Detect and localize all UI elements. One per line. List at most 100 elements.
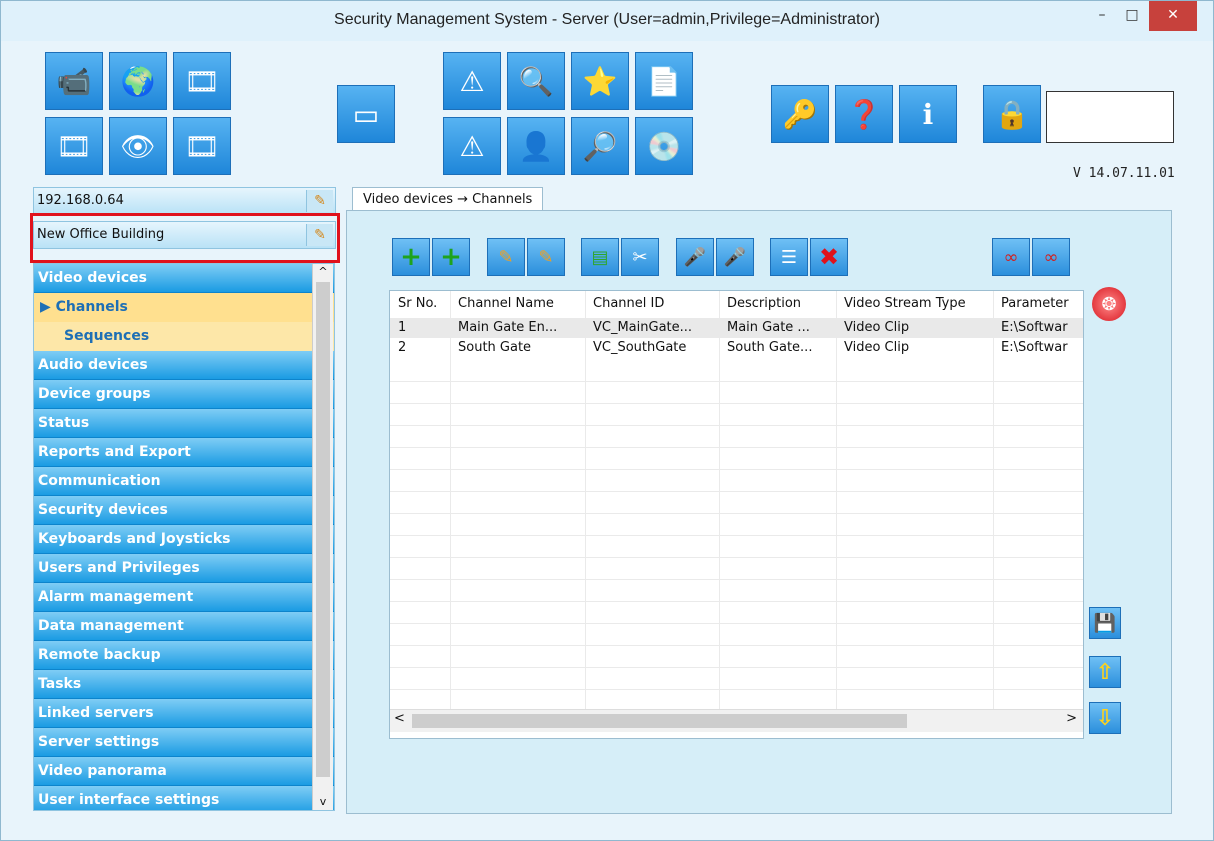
add-multiple-channels-button[interactable]: + bbox=[432, 238, 470, 276]
column-header-channel-name[interactable]: Channel Name bbox=[454, 293, 585, 315]
film-star-button[interactable]: ⭐ bbox=[571, 52, 629, 110]
scroll-right-arrow[interactable]: > bbox=[1066, 711, 1077, 726]
cell-channel-id: VC_MainGate... bbox=[593, 320, 693, 335]
edit-server-button[interactable]: ✎ bbox=[306, 190, 333, 212]
row-divider bbox=[390, 557, 1083, 558]
nav-item-audio-devices[interactable]: Audio devices bbox=[34, 351, 334, 380]
lock-icon: 🔒 bbox=[994, 97, 1030, 131]
horizontal-scroll-thumb[interactable] bbox=[412, 714, 907, 728]
row-divider bbox=[390, 623, 1083, 624]
nav-item-video-panorama[interactable]: Video panorama bbox=[34, 757, 334, 786]
tools-button[interactable]: ✂ bbox=[621, 238, 659, 276]
cell-sr-no: 2 bbox=[398, 340, 407, 355]
scroll-left-arrow[interactable]: < bbox=[394, 711, 405, 726]
scroll-up-arrow[interactable]: ^ bbox=[313, 264, 333, 280]
film-export-button[interactable]: 🎞 bbox=[173, 117, 231, 175]
tab-video-devices-channels[interactable]: Video devices → Channels bbox=[352, 187, 544, 212]
warning-icon: ⚠ bbox=[459, 64, 485, 98]
nav-item-security-devices[interactable]: Security devices bbox=[34, 496, 334, 525]
table-row[interactable]: 1 Main Gate En... VC_MainGate... Main Ga… bbox=[390, 318, 1083, 338]
nav-item-remote-backup[interactable]: Remote backup bbox=[34, 641, 334, 670]
microphone-button[interactable]: 🎤 bbox=[676, 238, 714, 276]
disc-export-button[interactable]: 💿 bbox=[635, 117, 693, 175]
maximize-button[interactable]: □ bbox=[1119, 1, 1145, 31]
column-header-parameter[interactable]: Parameter bbox=[997, 293, 1083, 315]
scroll-down-arrow[interactable]: v bbox=[313, 794, 333, 810]
nav-item-user-interface-settings[interactable]: User interface settings bbox=[34, 786, 334, 810]
move-down-button[interactable]: ⇩ bbox=[1089, 702, 1121, 734]
nav-subitem-sequences[interactable]: Sequences bbox=[34, 322, 334, 351]
record-button[interactable]: ❂ bbox=[1092, 287, 1126, 321]
nav-item-reports-export[interactable]: Reports and Export bbox=[34, 438, 334, 467]
edit-multiple-channels-button[interactable]: ✎ bbox=[527, 238, 565, 276]
nav-item-status[interactable]: Status bbox=[34, 409, 334, 438]
nav-item-users-privileges[interactable]: Users and Privileges bbox=[34, 554, 334, 583]
search-button[interactable]: 🔍 bbox=[507, 52, 565, 110]
column-header-video-stream-type[interactable]: Video Stream Type bbox=[840, 293, 993, 315]
server-address-field[interactable]: 192.168.0.64 ✎ bbox=[33, 187, 336, 215]
user-button[interactable]: 👤 bbox=[507, 117, 565, 175]
list-icon: ☰ bbox=[780, 246, 798, 268]
key-button[interactable]: 🔑 bbox=[771, 85, 829, 143]
edit-channel-button[interactable]: ✎ bbox=[487, 238, 525, 276]
microphone-off-button[interactable]: 🎤 bbox=[716, 238, 754, 276]
nav-subitem-channels[interactable]: ▶ Channels bbox=[34, 293, 334, 322]
navigation-menu: Video devices ▶ Channels Sequences Audio… bbox=[33, 263, 335, 811]
eye-view-icon: 👁 bbox=[120, 129, 156, 163]
link-remove-button[interactable]: ∞ bbox=[1032, 238, 1070, 276]
film-refresh-button[interactable]: 🎞 bbox=[173, 52, 231, 110]
alarm-warning-icon: ⚠ bbox=[459, 129, 485, 163]
nav-item-data-management[interactable]: Data management bbox=[34, 612, 334, 641]
nav-item-linked-servers[interactable]: Linked servers bbox=[34, 699, 334, 728]
column-header-channel-id[interactable]: Channel ID bbox=[589, 293, 719, 315]
scroll-thumb[interactable] bbox=[316, 282, 330, 777]
lock-status-box bbox=[1046, 91, 1174, 143]
globe-button[interactable]: 🌍 bbox=[109, 52, 167, 110]
move-up-button[interactable]: ⇧ bbox=[1089, 656, 1121, 688]
microphone-icon: 🎤 bbox=[683, 246, 707, 268]
column-header-sr-no[interactable]: Sr No. bbox=[394, 293, 450, 315]
cell-parameter: E:\Softwar bbox=[1001, 340, 1068, 355]
report-button[interactable]: 📄 bbox=[635, 52, 693, 110]
info-button[interactable]: ℹ bbox=[899, 85, 957, 143]
windows-button[interactable]: ▭ bbox=[337, 85, 395, 143]
film-export-icon: 🎞 bbox=[184, 129, 220, 163]
alarm-warning-button[interactable]: ⚠ bbox=[443, 117, 501, 175]
row-divider bbox=[390, 535, 1083, 536]
film-search-button[interactable]: 🔎 bbox=[571, 117, 629, 175]
close-button[interactable]: ✕ bbox=[1149, 1, 1197, 31]
row-divider bbox=[390, 667, 1083, 668]
camera-icon: 📹 bbox=[56, 64, 92, 98]
link-add-button[interactable]: ∞ bbox=[992, 238, 1030, 276]
table-horizontal-scrollbar[interactable]: < > bbox=[390, 709, 1083, 732]
database-button[interactable]: ▤ bbox=[581, 238, 619, 276]
title-bar: Security Management System - Server (Use… bbox=[1, 1, 1213, 41]
add-channel-button[interactable]: + bbox=[392, 238, 430, 276]
film-reel-button[interactable]: 🎞 bbox=[45, 117, 103, 175]
nav-item-keyboards-joysticks[interactable]: Keyboards and Joysticks bbox=[34, 525, 334, 554]
tools-icon: ✂ bbox=[632, 246, 648, 268]
lock-button[interactable]: 🔒 bbox=[983, 85, 1041, 143]
save-icon: 💾 bbox=[1093, 612, 1117, 634]
nav-item-video-devices[interactable]: Video devices bbox=[34, 264, 334, 293]
warning-button[interactable]: ⚠ bbox=[443, 52, 501, 110]
list-button[interactable]: ☰ bbox=[770, 238, 808, 276]
nav-item-tasks[interactable]: Tasks bbox=[34, 670, 334, 699]
delete-channel-button[interactable]: ✖ bbox=[810, 238, 848, 276]
nav-item-device-groups[interactable]: Device groups bbox=[34, 380, 334, 409]
column-header-description[interactable]: Description bbox=[723, 293, 836, 315]
eye-view-button[interactable]: 👁 bbox=[109, 117, 167, 175]
minimize-button[interactable]: – bbox=[1089, 1, 1115, 31]
camera-button[interactable]: 📹 bbox=[45, 52, 103, 110]
nav-item-communication[interactable]: Communication bbox=[34, 467, 334, 496]
save-button[interactable]: 💾 bbox=[1089, 607, 1121, 639]
edit-multiple-icon: ✎ bbox=[538, 246, 554, 268]
nav-item-server-settings[interactable]: Server settings bbox=[34, 728, 334, 757]
nav-scrollbar[interactable]: ^ v bbox=[312, 264, 333, 810]
record-icon: ❂ bbox=[1101, 293, 1117, 315]
table-row[interactable]: 2 South Gate VC_SouthGate South Gate... … bbox=[390, 338, 1083, 358]
help-document-button[interactable]: ❓ bbox=[835, 85, 893, 143]
key-icon: 🔑 bbox=[782, 97, 818, 131]
cell-channel-name: South Gate bbox=[458, 340, 532, 355]
nav-item-alarm-management[interactable]: Alarm management bbox=[34, 583, 334, 612]
